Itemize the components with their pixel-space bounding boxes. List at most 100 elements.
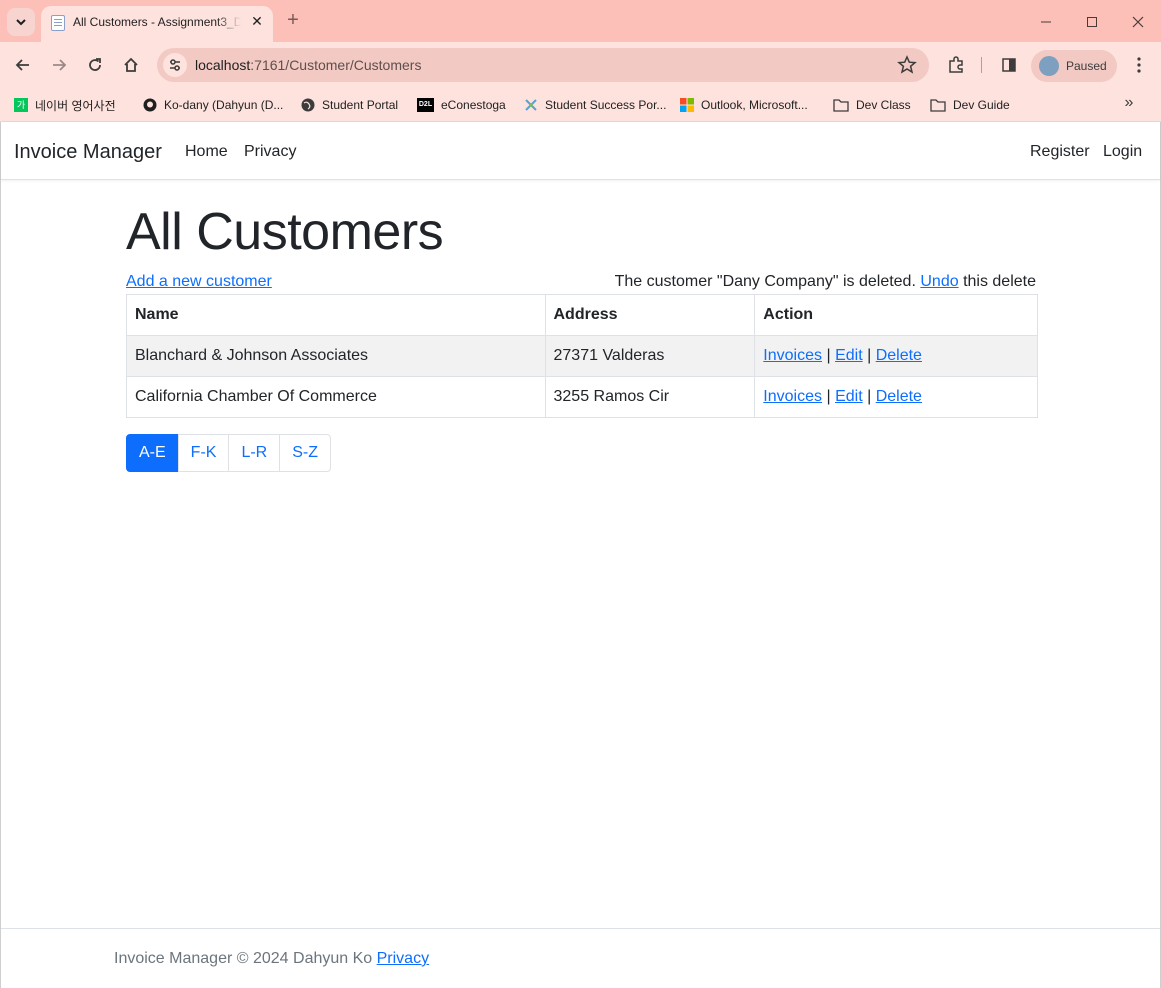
table-row: Blanchard & Johnson Associates 27371 Val… bbox=[126, 335, 1038, 377]
action-separator: | bbox=[867, 388, 872, 405]
edit-link[interactable]: Edit bbox=[835, 347, 863, 364]
table-row: California Chamber Of Commerce 3255 Ramo… bbox=[126, 376, 1038, 418]
action-separator: | bbox=[826, 388, 831, 405]
nav-login-link[interactable]: Login bbox=[1103, 143, 1142, 161]
bookmark-folder[interactable]: Dev Guide bbox=[930, 95, 1010, 115]
github-icon bbox=[143, 98, 157, 112]
chevron-down-icon bbox=[16, 19, 26, 26]
forward-icon[interactable] bbox=[44, 50, 74, 80]
more-bookmarks-icon[interactable]: » bbox=[1119, 94, 1139, 114]
side-panel-icon[interactable] bbox=[994, 50, 1024, 80]
delete-message-text: The customer "Dany Company" is deleted. bbox=[614, 273, 916, 290]
column-header-address: Address bbox=[544, 294, 756, 336]
action-separator: | bbox=[826, 347, 831, 364]
customer-name-cell: California Chamber Of Commerce bbox=[126, 376, 546, 418]
delete-link[interactable]: Delete bbox=[876, 347, 922, 364]
bookmark-item[interactable]: Student Portal bbox=[301, 95, 398, 115]
page-footer: Invoice Manager © 2024 Dahyun Ko Privacy bbox=[1, 928, 1160, 988]
customer-action-cell: Invoices | Edit | Delete bbox=[754, 376, 1038, 418]
nav-register-link[interactable]: Register bbox=[1030, 143, 1090, 161]
close-window-icon[interactable] bbox=[1115, 8, 1161, 36]
bookmark-label: Outlook, Microsoft... bbox=[701, 98, 808, 112]
profile-button[interactable]: Paused bbox=[1031, 50, 1117, 82]
delete-link[interactable]: Delete bbox=[876, 388, 922, 405]
bookmark-star-icon[interactable] bbox=[897, 55, 917, 75]
bookmark-item[interactable]: 가 네이버 영어사전 bbox=[14, 95, 116, 115]
bookmark-folder[interactable]: Dev Class bbox=[833, 95, 911, 115]
extensions-icon[interactable] bbox=[941, 50, 971, 80]
browser-menu-icon[interactable] bbox=[1124, 50, 1154, 80]
delete-status-message: The customer "Dany Company" is deleted. … bbox=[615, 273, 1036, 291]
app-navbar: Invoice Manager Home Privacy Register Lo… bbox=[1, 122, 1160, 180]
new-tab-button[interactable]: + bbox=[283, 9, 303, 33]
success-portal-icon bbox=[525, 99, 537, 111]
column-header-action: Action bbox=[754, 294, 1038, 336]
customer-address-cell: 3255 Ramos Cir bbox=[544, 376, 756, 418]
undo-delete-link[interactable]: Undo bbox=[920, 273, 958, 290]
reload-icon[interactable] bbox=[80, 50, 110, 80]
pager-item-s-z[interactable]: S-Z bbox=[279, 434, 332, 472]
url-text: localhost:7161/Customer/Customers bbox=[195, 57, 421, 73]
column-header-name: Name bbox=[126, 294, 546, 336]
customers-table: Name Address Action Blanchard & Johnson … bbox=[126, 294, 1038, 418]
nav-privacy-link[interactable]: Privacy bbox=[244, 143, 296, 161]
browser-toolbar: localhost:7161/Customer/Customers Paused bbox=[0, 42, 1161, 88]
table-header-row: Name Address Action bbox=[126, 294, 1038, 336]
bookmark-item[interactable]: Ko-dany (Dahyun (D... bbox=[143, 95, 283, 115]
edit-link[interactable]: Edit bbox=[835, 388, 863, 405]
action-separator: | bbox=[867, 347, 872, 364]
site-info-icon[interactable] bbox=[163, 53, 187, 77]
bookmark-label: Dev Class bbox=[856, 98, 911, 112]
bookmark-label: Student Portal bbox=[322, 98, 399, 112]
maximize-window-icon[interactable] bbox=[1069, 8, 1115, 36]
invoices-link[interactable]: Invoices bbox=[763, 388, 822, 405]
app-brand[interactable]: Invoice Manager bbox=[14, 141, 162, 164]
browser-tab-active[interactable]: All Customers - Assignment3_D ✕ bbox=[41, 6, 273, 42]
web-page: Invoice Manager Home Privacy Register Lo… bbox=[0, 122, 1161, 988]
tab-title: All Customers - Assignment3_D bbox=[73, 15, 241, 29]
alphabet-pager: A-E F-K L-R S-Z bbox=[126, 434, 332, 472]
globe-icon bbox=[301, 98, 315, 112]
profile-status: Paused bbox=[1066, 59, 1107, 73]
naver-dictionary-icon: 가 bbox=[14, 98, 28, 112]
url-host: localhost bbox=[195, 57, 251, 73]
toolbar-divider bbox=[981, 57, 982, 73]
bookmark-item[interactable]: D2L eConestoga bbox=[417, 95, 506, 115]
pager-item-f-k[interactable]: F-K bbox=[177, 434, 230, 472]
footer-text: Invoice Manager © 2024 Dahyun Ko Privacy bbox=[114, 950, 429, 968]
customer-action-cell: Invoices | Edit | Delete bbox=[754, 335, 1038, 377]
address-bar[interactable]: localhost:7161/Customer/Customers bbox=[157, 48, 929, 82]
url-path: :7161/Customer/Customers bbox=[250, 57, 422, 73]
avatar bbox=[1039, 56, 1059, 76]
folder-icon bbox=[930, 99, 946, 112]
tab-search-button[interactable] bbox=[7, 8, 35, 36]
page-favicon-icon bbox=[51, 15, 65, 31]
customer-name-cell: Blanchard & Johnson Associates bbox=[126, 335, 546, 377]
browser-titlebar: All Customers - Assignment3_D ✕ + bbox=[0, 0, 1161, 42]
customer-address-cell: 27371 Valderas bbox=[544, 335, 756, 377]
pager-item-a-e[interactable]: A-E bbox=[126, 434, 179, 472]
bookmark-label: eConestoga bbox=[441, 98, 506, 112]
nav-home-link[interactable]: Home bbox=[185, 143, 228, 161]
page-title: All Customers bbox=[126, 203, 444, 261]
bookmarks-bar: 가 네이버 영어사전 Ko-dany (Dahyun (D... Student… bbox=[0, 88, 1161, 122]
bookmark-label: Ko-dany (Dahyun (D... bbox=[164, 98, 284, 112]
back-icon[interactable] bbox=[8, 50, 38, 80]
footer-privacy-link[interactable]: Privacy bbox=[377, 950, 429, 967]
bookmark-label: Student Success Por... bbox=[545, 98, 667, 112]
close-tab-icon[interactable]: ✕ bbox=[249, 13, 265, 29]
folder-icon bbox=[833, 99, 849, 112]
bookmark-item[interactable]: Outlook, Microsoft... bbox=[680, 95, 808, 115]
delete-message-suffix: this delete bbox=[963, 273, 1036, 290]
microsoft-icon bbox=[680, 98, 694, 112]
add-customer-link[interactable]: Add a new customer bbox=[126, 273, 272, 291]
bookmark-label: 네이버 영어사전 bbox=[35, 98, 116, 113]
minimize-window-icon[interactable] bbox=[1023, 8, 1069, 36]
pager-item-l-r[interactable]: L-R bbox=[228, 434, 281, 472]
d2l-icon: D2L bbox=[417, 98, 434, 112]
bookmark-item[interactable]: Student Success Por... bbox=[524, 95, 666, 115]
home-icon[interactable] bbox=[116, 50, 146, 80]
bookmark-label: Dev Guide bbox=[953, 98, 1010, 112]
invoices-link[interactable]: Invoices bbox=[763, 347, 822, 364]
footer-copyright: Invoice Manager © 2024 Dahyun Ko bbox=[114, 950, 373, 967]
